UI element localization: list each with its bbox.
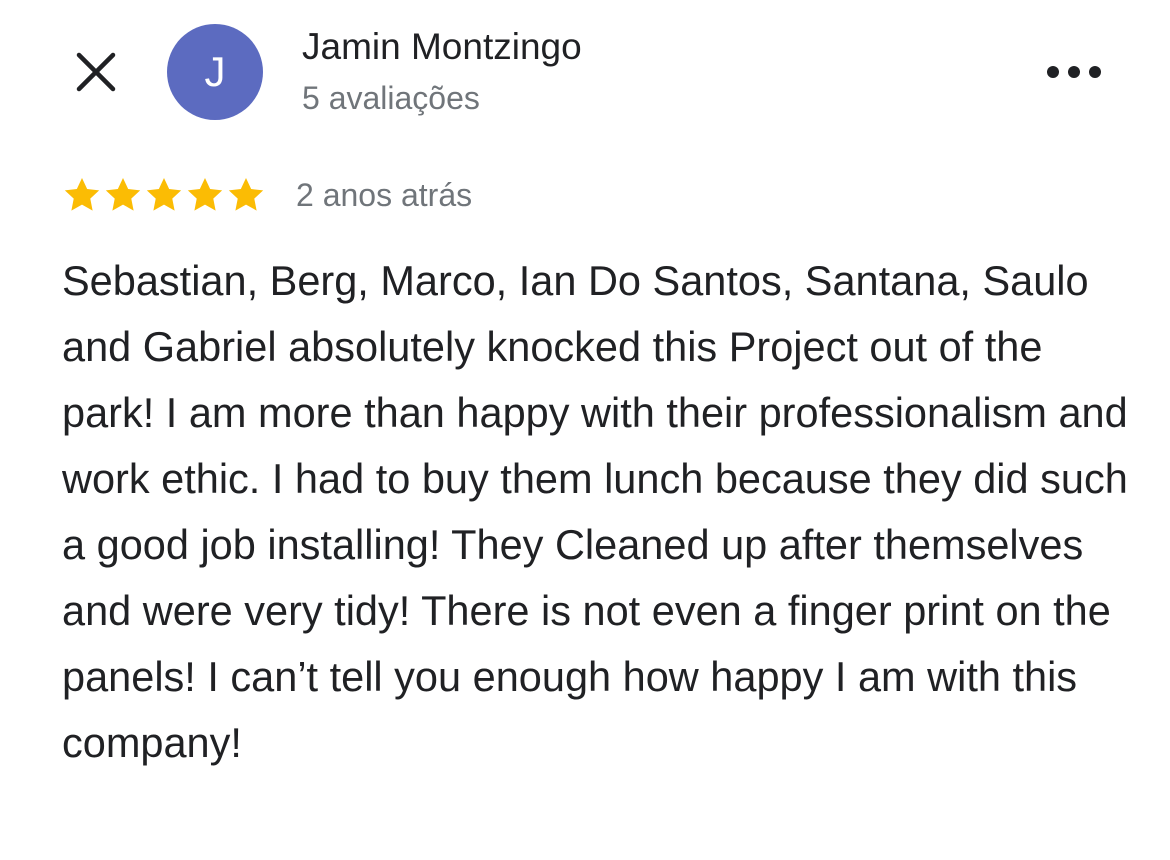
review-count: 5 avaliações [302,80,480,116]
avatar-letter: J [204,48,226,95]
star-icon [228,178,264,211]
avatar[interactable]: J [167,24,263,120]
close-button[interactable] [62,38,130,106]
review-text: Sebastian, Berg, Marco, Ian Do Santos, S… [62,257,1128,766]
star-icon [146,178,182,211]
more-horizontal-icon [1047,66,1101,78]
star-icon [105,178,141,211]
review-time: 2 anos atrás [296,176,473,213]
rating-row: 2 anos atrás [62,170,472,220]
close-icon [76,52,116,92]
more-options-button[interactable] [1036,46,1112,98]
reviewer-name[interactable]: Jamin Montzingo [302,26,582,68]
star-icon [187,178,223,211]
star-rating [62,175,266,215]
star-icon [64,178,100,211]
